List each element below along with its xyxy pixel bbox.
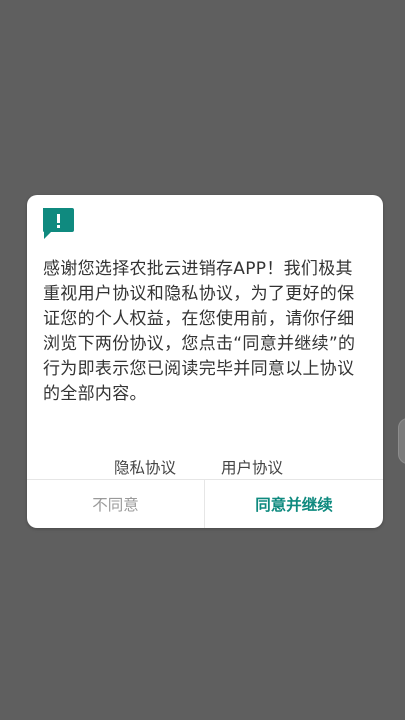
privacy-agreement-dialog: 感谢您选择农批云进销存APP！我们极其重视用户协议和隐私协议，为了更好的保证您的…: [27, 195, 383, 528]
alert-bubble-icon: [43, 208, 74, 239]
user-agreement-link[interactable]: 用户协议: [221, 456, 283, 480]
disagree-button[interactable]: 不同意: [27, 480, 204, 528]
privacy-policy-link[interactable]: 隐私协议: [114, 456, 176, 480]
agree-continue-button[interactable]: 同意并继续: [205, 480, 383, 528]
dialog-message: 感谢您选择农批云进销存APP！我们极其重视用户协议和隐私协议，为了更好的保证您的…: [43, 259, 356, 404]
edge-handle[interactable]: [398, 418, 405, 464]
